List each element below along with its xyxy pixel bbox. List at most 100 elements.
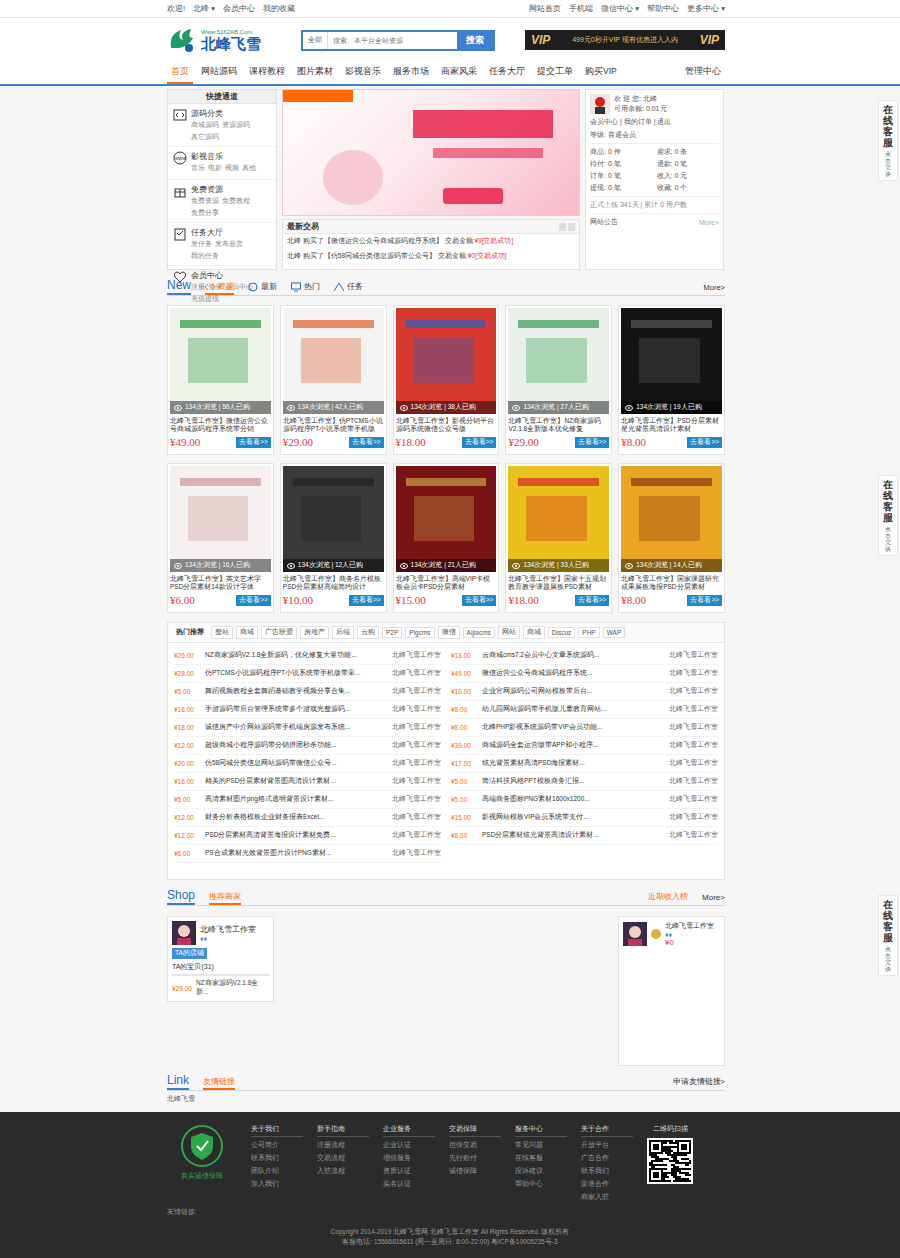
hot-row[interactable]: ¥20.00仿58同城分类信息网站源码带微信公众号...北峰飞雪工作室 xyxy=(174,755,441,773)
nav-item[interactable]: 商家风采 xyxy=(437,62,481,84)
online-service-tab[interactable]: 在线客服点击交谈 xyxy=(878,895,898,976)
nav-item[interactable]: 任务大厅 xyxy=(485,62,529,84)
new-tab[interactable]: 资源 xyxy=(205,281,234,295)
hot-row[interactable]: ¥49.00微信运营公众号商城源码程序系统...北峰飞雪工作室 xyxy=(451,665,718,683)
footer-link[interactable]: 担保交易 xyxy=(449,1141,501,1150)
hot-row[interactable]: ¥12.00超级商城小程序源码带分销拼团秒杀功能...北峰飞雪工作室 xyxy=(174,737,441,755)
hot-row[interactable]: ¥16.00精美的PSD分层素材背景图高清设计素材...北峰飞雪工作室 xyxy=(174,773,441,791)
logo[interactable]: Www.5162AB.Com北峰飞雪 xyxy=(167,26,261,54)
nav-item[interactable]: 首页 xyxy=(167,62,193,84)
hot-tab[interactable]: 广告联盟 xyxy=(261,626,297,639)
hot-row[interactable]: ¥6.00PS合成素材光效背景图片设计PNG素材...北峰飞雪工作室 xyxy=(174,845,441,863)
vip-banner[interactable]: VIP499元0秒开VIP 现有优惠进入入内VIP xyxy=(525,30,725,50)
view-button[interactable]: 去看看>> xyxy=(462,437,497,448)
search-button[interactable]: 搜索 xyxy=(457,32,493,49)
hot-row[interactable]: ¥8.00幼儿园网站源码带手机版儿童教育网站...北峰飞雪工作室 xyxy=(451,701,718,719)
more-link[interactable]: More> xyxy=(699,219,719,226)
view-button[interactable]: 去看看>> xyxy=(236,595,271,606)
product-card[interactable]: 134次浏览 | 21人已购北峰飞雪工作室】高端VIP卡模板会员卡PSD分层素材… xyxy=(393,463,500,613)
admin-link[interactable]: 管理中心 xyxy=(681,62,725,84)
online-service-tab[interactable]: 在线客服点击交谈 xyxy=(878,100,898,181)
apply-link[interactable]: 申请友情链接> xyxy=(673,1077,725,1090)
new-tab[interactable]: 任务 xyxy=(334,281,363,295)
quick-link[interactable]: 音乐 xyxy=(191,164,205,173)
top-link[interactable]: 帮助中心 xyxy=(647,4,679,14)
product-card[interactable]: 134次浏览 | 56人已购北峰飞雪工作室】微信运营公众号商城源码程序系统带分销… xyxy=(167,305,274,455)
top-link[interactable]: 手机端 xyxy=(569,4,593,14)
shop-badge[interactable]: TA的店铺 xyxy=(172,948,207,959)
footer-link[interactable]: 商家入驻 xyxy=(581,1193,633,1202)
quick-item[interactable]: 任务大厅发任务发布悬赏我的任务 xyxy=(168,223,276,266)
hot-row[interactable]: ¥18.00云商城cms7.2会员中心文章系统源码...北峰飞雪工作室 xyxy=(451,647,718,665)
top-link[interactable]: 北峰 ▾ xyxy=(193,4,215,14)
top-link[interactable]: 我的收藏 xyxy=(263,4,295,14)
footer-link[interactable]: 广告合作 xyxy=(581,1154,633,1163)
hot-tab[interactable]: 房地产 xyxy=(300,626,329,639)
product-card[interactable]: 134次浏览 | 38人已购北峰飞雪工作室】影视分销平台源码系统微信公众号版¥1… xyxy=(393,305,500,455)
new-tab[interactable]: 最新 xyxy=(248,281,277,295)
footer-link[interactable]: 资质认证 xyxy=(383,1167,435,1176)
hot-tab[interactable]: 热门推荐 xyxy=(172,626,208,639)
hot-row[interactable]: ¥15.00影视网站模板VIP会员系统带支付...北峰飞雪工作室 xyxy=(451,809,718,827)
view-button[interactable]: 去看看>> xyxy=(349,437,384,448)
quick-link[interactable]: 免费分享 xyxy=(191,209,219,218)
quick-link[interactable]: 发布悬赏 xyxy=(215,240,243,249)
quick-link[interactable]: 免费资源 xyxy=(191,197,219,206)
product-card[interactable]: 134次浏览 | 12人已购北峰飞雪工作室】商务名片模板PSD分层素材高端简约设… xyxy=(280,463,387,613)
footer-link[interactable]: 入驻流程 xyxy=(317,1167,369,1176)
hot-row[interactable]: ¥5.00高清素材图片png格式透明背景设计素材...北峰飞雪工作室 xyxy=(174,791,441,809)
footer-link[interactable]: 渠道合作 xyxy=(581,1180,633,1189)
user-links[interactable]: 会员中心 | 我的订单 | 退出 xyxy=(590,117,719,127)
product-card[interactable]: 134次浏览 | 33人已购北峰飞雪工作室】国家十五规划教育教学课题展板PSD素… xyxy=(505,463,612,613)
quick-item[interactable]: 源码分类商城源码资源源码其它源码 xyxy=(168,104,276,147)
footer-link[interactable]: 企业认证 xyxy=(383,1141,435,1150)
ad-banner[interactable] xyxy=(282,89,580,216)
more-link[interactable]: More> xyxy=(704,283,725,295)
hot-tab[interactable]: PHP xyxy=(578,627,599,638)
view-button[interactable]: 去看看>> xyxy=(575,595,610,606)
footer-link[interactable]: 先行赔付 xyxy=(449,1154,501,1163)
view-button[interactable]: 去看看>> xyxy=(575,437,610,448)
footer-link[interactable]: 联系我们 xyxy=(251,1154,303,1163)
new-tab[interactable]: 热门 xyxy=(291,281,320,295)
quick-link[interactable]: 视频 xyxy=(225,164,239,173)
view-button[interactable]: 去看看>> xyxy=(687,437,722,448)
view-button[interactable]: 去看看>> xyxy=(349,595,384,606)
more-link[interactable]: More> xyxy=(702,893,725,905)
view-button[interactable]: 去看看>> xyxy=(236,437,271,448)
quick-item[interactable]: 免费资源免费资源免费教程免费分享 xyxy=(168,180,276,223)
nav-item[interactable]: 课程教程 xyxy=(245,62,289,84)
footer-link[interactable]: 实名认证 xyxy=(383,1180,435,1189)
hot-tab[interactable]: P2P xyxy=(382,627,402,638)
top-link[interactable]: 网站首页 xyxy=(529,4,561,14)
product-card[interactable]: 134次浏览 | 14人已购北峰飞雪工作室】国家课题研究成果展板海报PSD分层素… xyxy=(618,463,725,613)
footer-link[interactable]: 团队介绍 xyxy=(251,1167,303,1176)
nav-item[interactable]: 服务市场 xyxy=(389,62,433,84)
hot-tab[interactable]: 后端 xyxy=(332,626,354,639)
hot-row[interactable]: ¥5.00舞蹈视频教程全套舞蹈基础教学视频分享合集...北峰飞雪工作室 xyxy=(174,683,441,701)
search-input[interactable] xyxy=(328,32,457,49)
top-link[interactable]: 会员中心 xyxy=(223,4,255,14)
footer-link[interactable]: 注册流程 xyxy=(317,1141,369,1150)
hot-tab[interactable]: 商城 xyxy=(236,626,258,639)
top-link[interactable]: 欢迎! xyxy=(167,4,185,14)
quick-link[interactable]: 充值提现 xyxy=(191,295,219,304)
footer-link[interactable]: 常见问题 xyxy=(515,1141,567,1150)
hot-row[interactable]: ¥5.00简洁科技风格PPT模板商务汇报...北峰飞雪工作室 xyxy=(451,773,718,791)
product-card[interactable]: 134次浏览 | 42人已购北峰飞雪工作室】仿PTCMS小说源码程序PT小说系统… xyxy=(280,305,387,455)
footer-link[interactable]: 增值服务 xyxy=(383,1154,435,1163)
hot-row[interactable]: ¥5.00高端商务图标PNG素材1600x1200...北峰飞雪工作室 xyxy=(451,791,718,809)
hot-tab[interactable]: WAP xyxy=(603,627,626,638)
hot-tab[interactable]: Discuz xyxy=(548,627,576,638)
hot-row[interactable]: ¥39.00商城源码全套运营版带APP和小程序...北峰飞雪工作室 xyxy=(451,737,718,755)
nav-item[interactable]: 购买VIP xyxy=(581,62,621,84)
footer-link[interactable]: 开放平台 xyxy=(581,1141,633,1150)
nav-item[interactable]: 提交工单 xyxy=(533,62,577,84)
hot-tab[interactable]: 整站 xyxy=(211,626,233,639)
quick-link[interactable]: 其他 xyxy=(242,164,256,173)
product-card[interactable]: 134次浏览 | 16人已购北峰飞雪工作室】英文艺术字PSD分层素材14款设计字… xyxy=(167,463,274,613)
footer-link[interactable]: 公司简介 xyxy=(251,1141,303,1150)
product-card[interactable]: 134次浏览 | 19人已购北峰飞雪工作室】PSD分层素材星光背景高清设计素材¥… xyxy=(618,305,725,455)
quick-item[interactable]: www影视音乐音乐电影视频其他 xyxy=(168,147,276,180)
hot-tab[interactable]: 微信 xyxy=(438,626,460,639)
